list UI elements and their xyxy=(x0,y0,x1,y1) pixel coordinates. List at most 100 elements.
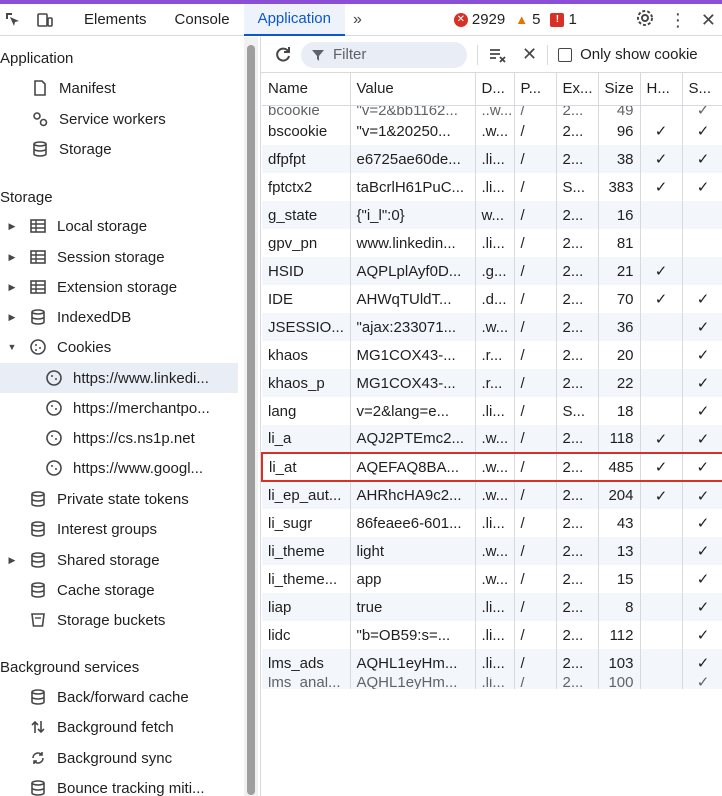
table-cell: / xyxy=(514,369,557,397)
expand-arrow-icon[interactable]: ▶ xyxy=(6,221,18,232)
table-row[interactable]: lidc "b=OB59:s=... .li.../2... 112 ✓ xyxy=(262,621,722,649)
sidebar-item-local-storage[interactable]: ▶ Local storage xyxy=(0,211,238,241)
sidebar-item-bounce-tracking[interactable]: Bounce tracking miti... xyxy=(0,773,238,796)
database-icon xyxy=(28,687,48,707)
sidebar-item-cookie-origin-ns1p[interactable]: https://cs.ns1p.net xyxy=(0,423,238,453)
sidebar-item-cookie-origin-merchantpo[interactable]: https://merchantpo... xyxy=(0,393,238,423)
cookie-icon xyxy=(28,337,48,357)
table-row[interactable]: liap true .li.../2... 8 ✓ xyxy=(262,593,722,621)
sidebar-item-storage-buckets[interactable]: Storage buckets xyxy=(0,605,238,635)
column-header-domain[interactable]: D... xyxy=(475,73,515,106)
refresh-icon[interactable] xyxy=(273,45,293,65)
column-header-secure[interactable]: S... xyxy=(682,73,722,106)
sidebar-item-extension-storage[interactable]: ▶ Extension storage xyxy=(0,272,238,302)
table-cell: 204 xyxy=(598,481,641,509)
table-row[interactable]: li_theme... app .w.../2... 15 ✓ xyxy=(262,565,722,593)
table-cell: li_theme... xyxy=(262,565,351,593)
settings-gear-icon[interactable] xyxy=(635,8,655,32)
table-cell: .li... xyxy=(475,593,515,621)
table-row[interactable]: bscookie "v=1&20250... .w.../2... 96 ✓ ✓ xyxy=(262,117,722,145)
sidebar-item-storage-overview[interactable]: Storage xyxy=(0,134,238,164)
kebab-menu-icon[interactable]: ⋮ xyxy=(669,10,687,31)
table-cell xyxy=(640,229,683,257)
only-show-issues-checkbox[interactable] xyxy=(558,47,573,62)
sidebar-item-cache-storage[interactable]: Cache storage xyxy=(0,575,238,605)
table-row[interactable]: li_sugr 86feaee6-601... .li.../2... 43 ✓ xyxy=(262,509,722,537)
cookies-table-body: bcookie "v=2&bb1162... ..w.../2... 49 ✓ bscoo… xyxy=(261,105,722,689)
error-count-badge[interactable]: ✕ 2929 xyxy=(453,11,505,28)
tab-elements[interactable]: Elements xyxy=(70,4,161,36)
sidebar-item-background-fetch[interactable]: Background fetch xyxy=(0,712,238,742)
sidebar-item-interest-groups[interactable]: Interest groups xyxy=(0,514,238,544)
table-row-highlighted[interactable]: li_at AQEFAQ8BA... .w.../2... 485 ✓ ✓ xyxy=(261,452,722,482)
clear-filtered-icon[interactable] xyxy=(488,46,508,64)
tab-console[interactable]: Console xyxy=(161,4,244,36)
sidebar-scrollbar-thumb[interactable] xyxy=(247,45,255,795)
cookie-icon xyxy=(44,428,64,448)
table-row[interactable]: li_a AQJ2PTEmc2... .w.../2... 118 ✓ ✓ xyxy=(262,425,722,453)
table-row[interactable]: gpv_pn www.linkedin... .li.../2... 81 xyxy=(262,229,722,257)
column-header-size[interactable]: Size xyxy=(598,73,641,106)
table-cell: / xyxy=(514,397,557,425)
table-row[interactable]: khaos_p MG1COX43-... .r.../2... 22 ✓ xyxy=(262,369,722,397)
inspect-element-icon[interactable] xyxy=(2,9,24,31)
sidebar-item-cookies[interactable]: ▼ Cookies xyxy=(0,332,238,362)
warning-count-badge[interactable]: ▲ 5 xyxy=(515,11,540,28)
table-row[interactable]: IDE AHWqTUldT... .d.../2... 70 ✓ ✓ xyxy=(262,285,722,313)
issues-count-badge[interactable]: ! 1 xyxy=(550,11,577,28)
sidebar-item-shared-storage[interactable]: ▶ Shared storage xyxy=(0,545,238,575)
table-grid-icon xyxy=(28,247,48,267)
status-badges[interactable]: ✕ 2929 ▲ 5 ! 1 xyxy=(453,11,577,28)
table-cell: 103 xyxy=(598,649,641,677)
collapse-arrow-icon[interactable]: ▼ xyxy=(6,342,18,352)
sidebar-item-indexeddb[interactable]: ▶ IndexedDB xyxy=(0,302,238,332)
table-row[interactable]: lang v=2&lang=e... .li... / S... 18 ✓ xyxy=(262,397,722,425)
table-cell: ✓ xyxy=(640,173,683,201)
expand-arrow-icon[interactable]: ▶ xyxy=(6,312,18,323)
table-row[interactable]: li_theme light .w.../2... 13 ✓ xyxy=(262,537,722,565)
table-row[interactable]: dfpfpt e6725ae60de... .li.../2... 38 ✓ ✓ xyxy=(262,145,722,173)
column-header-httponly[interactable]: H... xyxy=(640,73,683,106)
table-cell: AQJ2PTEmc2... xyxy=(350,425,476,453)
sidebar-item-cookie-origin-linkedin[interactable]: https://www.linkedi... xyxy=(0,363,238,393)
column-header-name[interactable]: Name xyxy=(262,73,351,106)
table-row[interactable]: li_ep_aut... AHRhcHA9c2... .w.../2... 204 ✓ ✓ xyxy=(262,481,722,509)
table-cell: .r... xyxy=(475,341,515,369)
column-header-value[interactable]: Value xyxy=(350,73,476,106)
device-toolbar-icon[interactable] xyxy=(34,9,56,31)
sidebar-item-private-state-tokens[interactable]: Private state tokens xyxy=(0,484,238,514)
close-devtools-icon[interactable]: ✕ xyxy=(701,10,716,31)
table-cell: light xyxy=(350,537,476,565)
column-header-expires[interactable]: Ex... xyxy=(556,73,599,106)
table-row[interactable]: fptctx2 taBcrlH61PuC... .li... / S... 383 ✓ ✓ xyxy=(262,173,722,201)
sidebar-item-session-storage[interactable]: ▶ Session storage xyxy=(0,242,238,272)
sidebar-item-service-workers[interactable]: Service workers xyxy=(0,104,238,134)
table-row[interactable]: JSESSIO... "ajax:233071... .w.../2... 36 ✓ xyxy=(262,313,722,341)
table-cell: ✓ xyxy=(682,105,722,117)
delete-selected-icon[interactable]: ✕ xyxy=(522,44,537,65)
table-row-partial[interactable]: lms_anal... AQHL1eyHm... .li.../2... 100 ✓ xyxy=(262,677,722,689)
cookies-table-container[interactable]: Name Value D... P... Ex... Size H... S..… xyxy=(261,73,722,796)
filter-input[interactable] xyxy=(333,46,453,63)
table-row-partial[interactable]: bcookie "v=2&bb1162... ..w.../2... 49 ✓ xyxy=(262,105,722,117)
table-row[interactable]: lms_ads AQHL1eyHm... .li.../2... 103 ✓ xyxy=(262,649,722,677)
table-cell: 70 xyxy=(598,285,641,313)
table-row[interactable]: g_state {"i_l":0} w.../2... 16 xyxy=(262,201,722,229)
expand-arrow-icon[interactable]: ▶ xyxy=(6,555,18,566)
table-cell xyxy=(682,229,722,257)
sidebar-item-cookie-origin-google[interactable]: https://www.googl... xyxy=(0,453,238,483)
sidebar-item-manifest[interactable]: Manifest xyxy=(0,73,238,103)
table-row[interactable]: khaos MG1COX43-... .r.../2... 20 ✓ xyxy=(262,341,722,369)
sidebar-item-background-sync[interactable]: Background sync xyxy=(0,743,238,773)
sidebar-item-back-forward-cache[interactable]: Back/forward cache xyxy=(0,682,238,712)
expand-arrow-icon[interactable]: ▶ xyxy=(6,252,18,263)
table-cell: khaos xyxy=(262,341,351,369)
more-tabs-button[interactable]: » xyxy=(345,11,370,29)
filter-box[interactable] xyxy=(301,41,467,68)
table-row[interactable]: HSID AQPLplAyf0D... .g.../2... 21 ✓ xyxy=(262,257,722,285)
table-cell: 2... xyxy=(556,452,599,482)
tab-application[interactable]: Application xyxy=(243,3,345,36)
sidebar-scrollbar[interactable] xyxy=(244,37,258,796)
expand-arrow-icon[interactable]: ▶ xyxy=(6,282,18,293)
column-header-path[interactable]: P... xyxy=(514,73,557,106)
